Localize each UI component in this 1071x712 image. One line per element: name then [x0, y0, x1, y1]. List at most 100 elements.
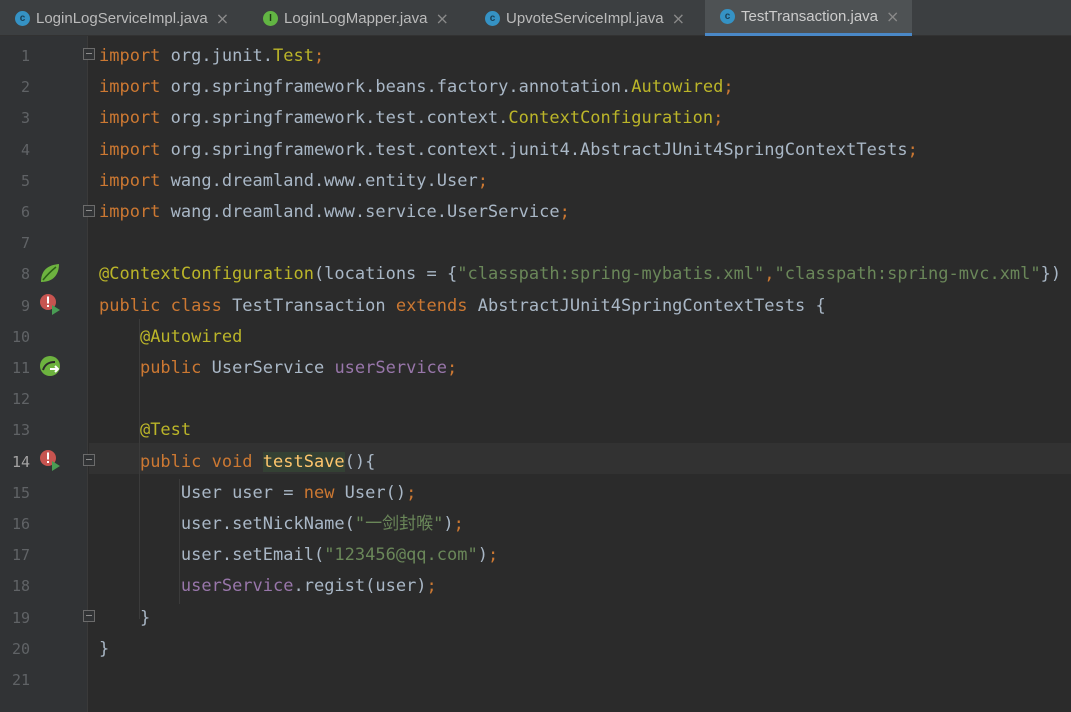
line-number: 2: [20, 78, 30, 97]
spring-bean-icon[interactable]: [38, 261, 62, 285]
code-token: ;: [723, 77, 734, 98]
line-number: 1: [20, 47, 30, 65]
code-line: user.setNickName("一剑封喉");: [99, 509, 464, 540]
code-token: (locations = {: [313, 264, 458, 285]
code-token: TestTransaction: [232, 295, 396, 316]
code-token: extends: [395, 295, 478, 316]
code-line: import org.junit.Test;: [99, 41, 324, 72]
code-token: user.setEmail(: [180, 545, 325, 566]
code-line: user.setEmail("123456@qq.com");: [99, 540, 498, 571]
tab-upvote-service-impl[interactable]: c UpvoteServiceImpl.java ×: [470, 0, 705, 36]
close-icon[interactable]: ×: [435, 9, 448, 28]
tab-login-log-mapper[interactable]: I LoginLogMapper.java ×: [248, 0, 470, 36]
code-token: org.springframework.test.context.junit4.…: [170, 139, 908, 160]
line-number: 19: [11, 608, 30, 627]
code-line: public void testSave(){: [99, 447, 375, 478]
code-token: import: [99, 108, 171, 129]
code-token: wang.dreamland.www.service.UserService: [170, 202, 560, 222]
code-token: ): [477, 545, 488, 566]
fold-marker[interactable]: [83, 454, 95, 466]
line-number: 10: [11, 327, 30, 346]
code-token: ;: [713, 108, 724, 129]
fold-marker[interactable]: [83, 205, 95, 217]
code-token: userService: [180, 576, 294, 597]
code-token: Test: [273, 46, 314, 66]
code-token: Autowired: [631, 77, 724, 98]
code-token: ;: [406, 482, 417, 503]
code-line: @ContextConfiguration(locations = {"clas…: [99, 259, 1061, 290]
run-test-class-error-icon[interactable]: [38, 292, 62, 316]
code-token: import: [99, 77, 171, 98]
code-token: ;: [313, 46, 325, 66]
line-number: 6: [20, 203, 30, 221]
code-token: ;: [487, 545, 499, 566]
class-c-icon: c: [720, 9, 735, 24]
code-token: ;: [559, 202, 570, 222]
code-token: ): [443, 514, 454, 534]
class-c-icon: c: [15, 10, 30, 26]
tab-login-log-service-impl[interactable]: c LoginLogServiceImpl.java ×: [0, 0, 248, 36]
interface-i-icon: I: [263, 10, 278, 26]
tab-label: TestTransaction.java: [741, 8, 879, 25]
code-line: import wang.dreamland.www.entity.User;: [99, 166, 488, 197]
code-token: (){: [344, 451, 376, 472]
code-token: public void: [139, 451, 263, 472]
code-token: import: [99, 46, 171, 66]
fold-marker[interactable]: [83, 48, 95, 60]
code-token: org.springframework.test.context.: [170, 108, 509, 129]
code-token: import: [99, 139, 171, 160]
code-token: ;: [426, 576, 437, 597]
line-number: 17: [11, 546, 30, 565]
code-token: ;: [907, 139, 918, 160]
tab-label: LoginLogMapper.java: [284, 9, 428, 27]
code-token: @Test: [139, 420, 192, 441]
tab-label: UpvoteServiceImpl.java: [506, 9, 664, 27]
line-number: 21: [11, 671, 30, 689]
code-line: import wang.dreamland.www.service.UserSe…: [99, 197, 570, 228]
line-number: 18: [11, 577, 30, 596]
code-token: "classpath:spring-mybatis.xml": [457, 264, 765, 285]
class-c-icon: c: [485, 10, 500, 26]
code-token: }: [139, 607, 151, 628]
close-icon[interactable]: ×: [672, 9, 685, 28]
code-line: User user = new User();: [99, 478, 416, 509]
code-token: "一剑封喉": [354, 514, 444, 534]
code-token: @Autowired: [139, 326, 243, 347]
code-token: testSave: [262, 451, 345, 472]
code-token: User(): [344, 482, 407, 503]
code-token: user.setNickName(: [180, 514, 355, 534]
line-number: 8: [20, 265, 30, 284]
code-token: @ContextConfiguration: [99, 264, 314, 285]
code-line: public UserService userService;: [99, 353, 457, 384]
code-token: .regist(user): [293, 576, 427, 597]
tab-test-transaction[interactable]: c TestTransaction.java ×: [705, 0, 912, 36]
code-token: "classpath:spring-mvc.xml": [774, 264, 1041, 285]
code-token: ;: [477, 170, 488, 191]
code-line: import org.springframework.beans.factory…: [99, 72, 734, 103]
line-number: 13: [11, 421, 30, 440]
code-token: new: [303, 482, 345, 503]
close-icon[interactable]: ×: [886, 7, 899, 26]
spring-autowired-navigate-icon[interactable]: [38, 354, 62, 378]
code-token: ;: [447, 358, 458, 378]
code-token: UserService: [211, 358, 335, 378]
code-token: ,: [764, 264, 775, 285]
code-line: userService.regist(user);: [99, 571, 437, 602]
code-token: public: [139, 358, 212, 378]
code-line: @Autowired: [99, 322, 242, 353]
close-icon[interactable]: ×: [216, 9, 229, 28]
code-line: import org.springframework.test.context.…: [99, 135, 918, 166]
code-line: }: [99, 634, 109, 665]
code-token: org.junit.: [170, 46, 274, 66]
fold-marker[interactable]: [83, 610, 95, 622]
code-token: }: [99, 638, 110, 659]
code-token: import: [99, 170, 171, 191]
run-test-method-error-icon[interactable]: [38, 448, 62, 472]
editor-tab-bar: c LoginLogServiceImpl.java × I LoginLogM…: [0, 0, 1071, 36]
code-token: wang.dreamland.www.entity.User: [170, 170, 478, 191]
tab-label: LoginLogServiceImpl.java: [36, 9, 208, 27]
